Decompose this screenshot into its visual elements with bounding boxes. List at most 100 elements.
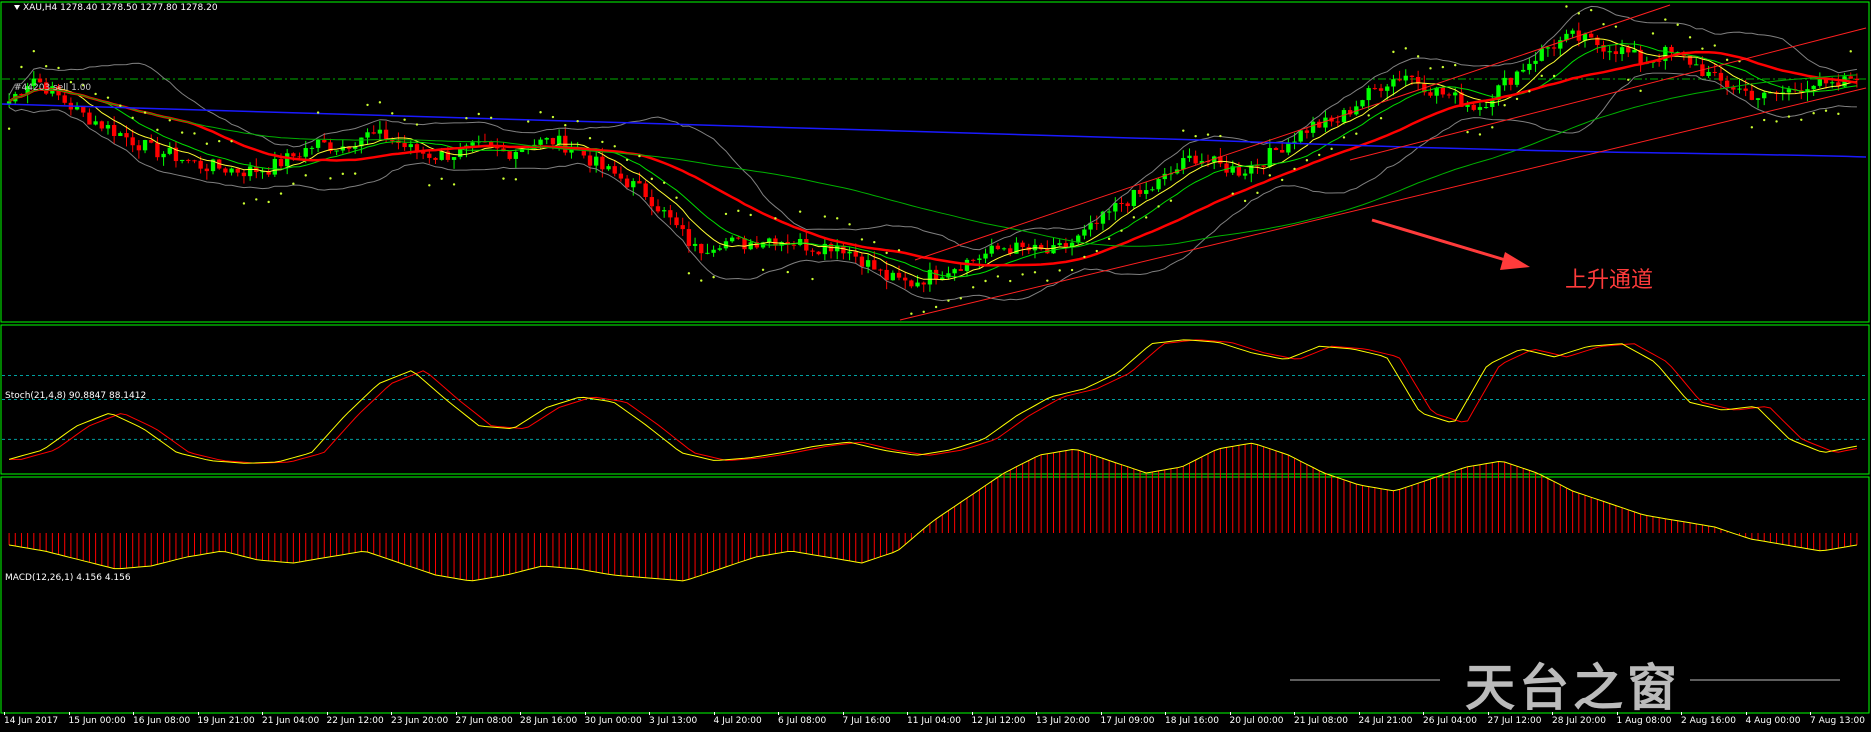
macd-histogram-group bbox=[8, 443, 1858, 581]
chart-menu-icon[interactable] bbox=[14, 5, 20, 10]
candle-body bbox=[544, 138, 549, 140]
sar-dot bbox=[267, 200, 270, 204]
sar-dot bbox=[403, 118, 406, 121]
sar-dot bbox=[156, 128, 159, 132]
sar-dot bbox=[1565, 5, 1568, 8]
candle-body bbox=[291, 153, 296, 157]
sar-dot bbox=[564, 124, 567, 127]
candle-body bbox=[717, 248, 722, 250]
candle-body bbox=[1718, 72, 1724, 81]
sar-dot bbox=[32, 49, 36, 53]
sar-dot bbox=[440, 177, 443, 180]
candle-body bbox=[99, 121, 104, 129]
time-axis-label: 12 Jul 12:00 bbox=[971, 716, 1026, 726]
candle-body bbox=[1613, 51, 1619, 55]
sar-dot bbox=[205, 142, 209, 145]
time-axis-tick bbox=[1165, 712, 1166, 715]
sar-dot bbox=[1169, 199, 1173, 202]
candle-body bbox=[1366, 88, 1371, 101]
candle-body bbox=[1724, 80, 1730, 88]
sar-dot bbox=[477, 112, 480, 116]
sar-dot bbox=[675, 196, 678, 199]
sar-dot bbox=[798, 210, 802, 213]
sar-dot bbox=[1305, 159, 1309, 162]
candle-body bbox=[1385, 86, 1390, 91]
sar-dot bbox=[255, 198, 258, 201]
sar-dot bbox=[1478, 133, 1482, 136]
candle-body bbox=[643, 183, 648, 198]
sar-dot bbox=[1812, 112, 1815, 115]
stoch-main-line bbox=[8, 339, 1857, 464]
sar-dot bbox=[1355, 132, 1358, 135]
candle-body bbox=[872, 260, 877, 270]
time-axis-label: 7 Aug 13:00 bbox=[1810, 716, 1865, 726]
candle-body bbox=[1094, 222, 1099, 224]
candle-body bbox=[1743, 88, 1748, 91]
candle-body bbox=[1589, 33, 1594, 38]
sar-dot bbox=[860, 238, 864, 241]
candle-body bbox=[692, 243, 698, 246]
candle-body bbox=[1453, 92, 1458, 96]
sar-dot bbox=[1577, 12, 1581, 15]
sar-dot bbox=[712, 275, 715, 279]
sar-dot bbox=[1725, 58, 1729, 62]
sar-dot bbox=[1787, 115, 1791, 118]
time-axis-label: 4 Jul 20:00 bbox=[713, 716, 762, 726]
sar-dot bbox=[1503, 104, 1506, 107]
sar-dot bbox=[1664, 18, 1667, 21]
candle-body bbox=[1051, 245, 1056, 254]
candle-body bbox=[1397, 79, 1402, 81]
candle-body bbox=[1082, 229, 1087, 236]
candle-body bbox=[748, 242, 753, 250]
candle-body bbox=[1626, 47, 1631, 53]
candle-body bbox=[686, 229, 692, 246]
candle-body bbox=[1292, 141, 1297, 143]
sar-dot bbox=[218, 139, 221, 143]
time-axis-tick bbox=[262, 712, 263, 715]
candle-body bbox=[946, 273, 951, 278]
sar-dot bbox=[996, 275, 1000, 278]
sar-dot bbox=[489, 116, 493, 119]
candle-body bbox=[1001, 248, 1007, 250]
candle-body bbox=[124, 133, 129, 138]
sar-dot bbox=[934, 305, 938, 309]
time-axis-tick bbox=[971, 712, 973, 715]
sar-dot bbox=[786, 270, 789, 274]
candle-body bbox=[1236, 166, 1242, 176]
trading-chart[interactable] bbox=[0, 0, 1871, 732]
sar-dot bbox=[1243, 199, 1247, 203]
sar-dot bbox=[1157, 205, 1160, 208]
time-axis-tick bbox=[455, 712, 457, 715]
time-axis-tick bbox=[1552, 712, 1553, 715]
candle-body bbox=[161, 153, 166, 158]
candle-body bbox=[1477, 107, 1483, 110]
candle-body bbox=[550, 138, 556, 145]
sar-dot bbox=[230, 139, 233, 143]
candle-body bbox=[390, 140, 395, 142]
sar-dot bbox=[168, 119, 171, 122]
candle-body bbox=[1817, 79, 1822, 86]
sar-dot bbox=[1416, 55, 1420, 58]
sar-dot bbox=[316, 111, 320, 114]
sar-dot bbox=[749, 213, 752, 217]
sar-dot bbox=[378, 101, 382, 104]
time-axis-tick bbox=[1294, 712, 1295, 715]
sar-dot bbox=[724, 212, 728, 216]
candle-body bbox=[334, 150, 339, 152]
candle-body bbox=[247, 166, 253, 177]
sar-dot bbox=[1021, 273, 1024, 276]
candle-body bbox=[402, 143, 407, 148]
sar-dot bbox=[329, 177, 332, 180]
sar-dot bbox=[143, 111, 147, 114]
sar-dot bbox=[922, 310, 925, 314]
candle-body bbox=[383, 129, 389, 141]
sar-dot bbox=[1552, 74, 1556, 78]
candle-body bbox=[1446, 94, 1452, 96]
candle-body bbox=[1428, 92, 1433, 96]
time-axis-label: 27 Jun 08:00 bbox=[455, 716, 513, 726]
candle-body bbox=[1483, 106, 1489, 108]
candle-body bbox=[1749, 90, 1755, 100]
time-axis-label: 13 Jul 20:00 bbox=[1036, 716, 1090, 726]
candle-body bbox=[606, 166, 611, 170]
sar-dot bbox=[1639, 89, 1642, 93]
